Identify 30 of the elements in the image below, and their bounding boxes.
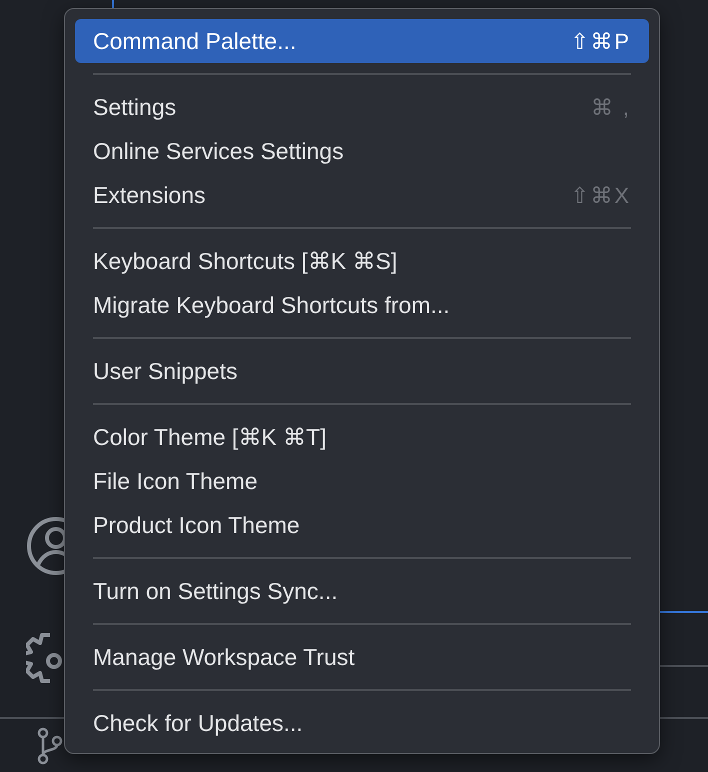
menu-item[interactable]: Command Palette... ⇧⌘P <box>75 19 649 63</box>
menu-item-label: File Icon Theme <box>93 466 258 496</box>
menu-item-label: Check for Updates... <box>93 708 303 738</box>
branch-icon[interactable] <box>36 727 64 765</box>
menu-item[interactable]: Extensions ⇧⌘X <box>75 173 649 217</box>
menu-item[interactable]: Keyboard Shortcuts [⌘K ⌘S] <box>75 239 649 283</box>
shortcut-label: ⇧⌘X <box>570 182 631 210</box>
menu-item-label: Keyboard Shortcuts [⌘K ⌘S] <box>93 246 398 276</box>
menu-item[interactable]: Manage Workspace Trust <box>75 635 649 679</box>
menu-item-label: Online Services Settings <box>93 136 344 166</box>
menu-item[interactable]: Migrate Keyboard Shortcuts from... <box>75 283 649 327</box>
menu-item[interactable]: User Snippets <box>75 349 649 393</box>
menu-item[interactable]: Online Services Settings <box>75 129 649 173</box>
menu-item-label: Command Palette... <box>93 26 296 56</box>
menu-item-label: Turn on Settings Sync... <box>93 576 338 606</box>
menu-item[interactable]: Turn on Settings Sync... <box>75 569 649 613</box>
menu-item[interactable]: Product Icon Theme <box>75 503 649 547</box>
menu-item-label: Manage Workspace Trust <box>93 642 355 672</box>
menu-item-label: User Snippets <box>93 356 238 386</box>
menu-item[interactable]: Check for Updates... <box>75 701 649 745</box>
menu-item-label: Color Theme [⌘K ⌘T] <box>93 422 326 452</box>
menu-item[interactable]: Color Theme [⌘K ⌘T] <box>75 415 649 459</box>
menu-item-label: Product Icon Theme <box>93 510 300 540</box>
menu-item-label: Extensions <box>93 180 206 210</box>
shortcut-label: ⇧⌘P <box>570 28 631 56</box>
menu-item[interactable]: File Icon Theme <box>75 459 649 503</box>
shortcut-label: ⌘ , <box>590 94 631 122</box>
menu-item-label: Settings <box>93 92 176 122</box>
menu-item-label: Migrate Keyboard Shortcuts from... <box>93 290 450 320</box>
menu-item[interactable]: Settings ⌘ , <box>75 85 649 129</box>
